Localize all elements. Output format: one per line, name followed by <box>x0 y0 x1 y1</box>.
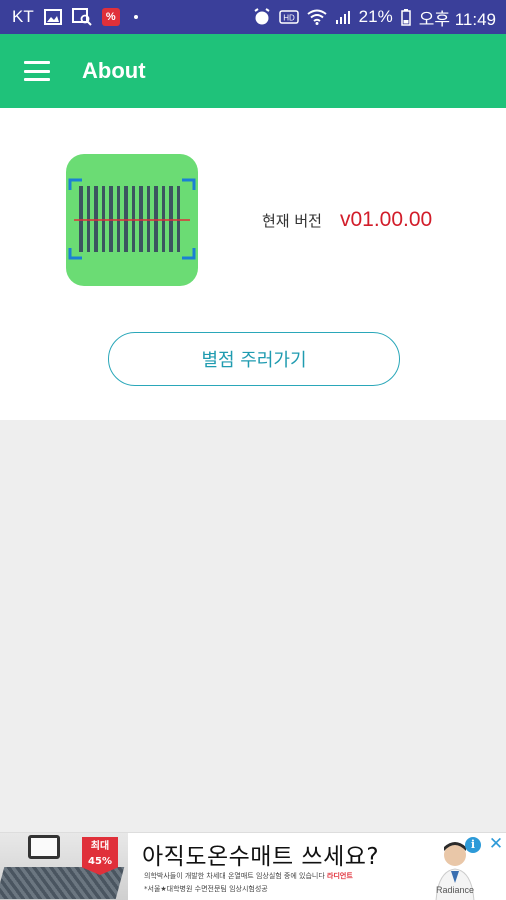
image-search-icon <box>71 8 92 26</box>
clock: 오후 11:49 <box>418 9 496 29</box>
ad-close-icon[interactable]: ✕ <box>488 835 504 853</box>
ad-subtext-2: *서울★대학병원 수면전문팀 임상시험성공 <box>144 885 268 893</box>
status-bar: KT % HD 21% 오후 11:49 <box>0 0 506 34</box>
page-title: About <box>82 58 146 83</box>
ad-subtext-main: 의학박사들이 개발한 차세대 온열매트 임상실험 중에 있습니다 <box>144 872 325 880</box>
device-box-image <box>28 835 60 859</box>
hd-voice-icon: HD <box>278 10 299 24</box>
version-label: 현재 버전 <box>262 212 322 230</box>
battery-icon <box>400 8 411 26</box>
version-row: 현재 버전 v01.00.00 <box>262 208 432 232</box>
version-value: v01.00.00 <box>339 208 433 231</box>
app-bar: About <box>0 34 506 108</box>
ad-info-icon[interactable]: i <box>465 837 481 853</box>
hamburger-menu-icon <box>24 61 50 81</box>
sale-badge-line1: 최대 <box>90 841 110 852</box>
signal-icon <box>335 9 351 25</box>
battery-percent: 21% <box>358 7 393 26</box>
ad-subtext: 의학박사들이 개발한 차세대 온열매트 임상실험 중에 있습니다 라디언트 <box>144 871 353 881</box>
image-icon <box>43 9 62 25</box>
ad-product-image[interactable]: 최대 45% <box>0 833 128 900</box>
wifi-icon <box>307 9 327 25</box>
ad-brand: Radiance <box>436 885 475 895</box>
svg-text:HD: HD <box>283 14 295 23</box>
rate-app-button[interactable]: 별점 주러가기 <box>108 332 400 386</box>
app-notification-icon: % <box>101 8 120 26</box>
sale-badge: 최대 45% <box>82 837 118 875</box>
ad-subtext-highlight: 라디언트 <box>327 872 353 880</box>
barcode-scanner-icon <box>66 154 198 286</box>
sale-badge-line2: 45% <box>88 856 112 867</box>
alarm-icon <box>253 8 271 26</box>
ad-banner[interactable]: 최대 45% 아직도온수매트 쓰세요? 의학박사들이 개발한 차세대 온열매트 … <box>0 832 506 900</box>
ad-headline[interactable]: 아직도온수매트 쓰세요? <box>142 837 379 871</box>
about-card: 현재 버전 v01.00.00 별점 주러가기 <box>0 108 506 420</box>
menu-button[interactable] <box>0 34 74 108</box>
carrier-label: KT <box>12 7 34 26</box>
more-notifications-icon <box>133 15 138 19</box>
